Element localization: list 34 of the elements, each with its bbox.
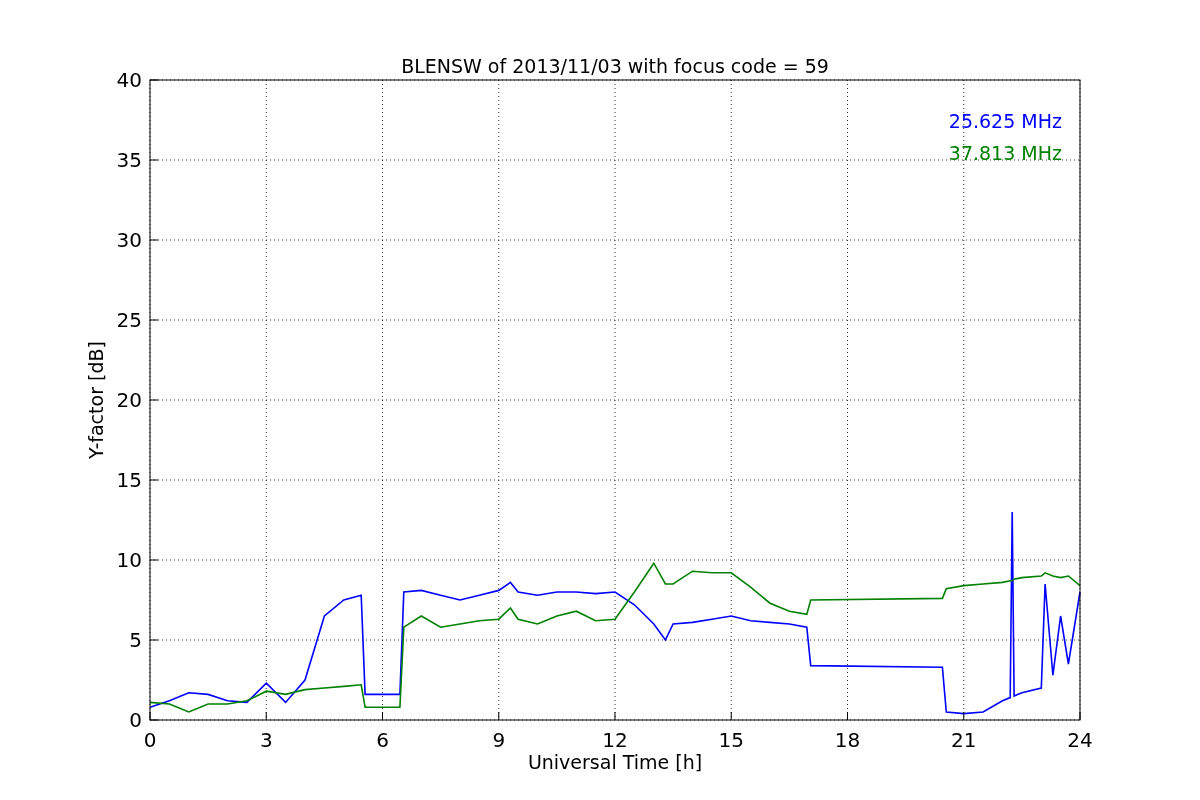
x-tick-label: 12 <box>602 728 628 752</box>
x-tick-mark <box>265 711 267 721</box>
x-tick-mark <box>498 711 500 721</box>
x-tick-label: 15 <box>718 728 744 752</box>
x-tick-label: 3 <box>259 728 273 752</box>
y-tick-mark <box>149 719 159 721</box>
x-tick-label: 24 <box>1067 728 1093 752</box>
x-axis-label: Universal Time [h] <box>527 751 703 773</box>
y-axis-label: Y-factor [dB] <box>85 341 107 459</box>
x-tick-mark <box>614 711 616 721</box>
x-tick-label: 18 <box>834 728 861 752</box>
y-tick-label: 5 <box>129 628 142 652</box>
x-tick-label: 6 <box>376 728 389 752</box>
x-tick-mark <box>847 711 848 721</box>
x-tick-mark <box>730 711 732 721</box>
chart-title: BLENSW of 2013/11/03 with focus code = 59 <box>401 55 829 77</box>
y-tick-label: 10 <box>116 548 142 572</box>
y-tick-label: 25 <box>116 308 142 332</box>
legend-label: 25.625 MHz <box>948 110 1062 132</box>
y-tick-label: 20 <box>116 388 142 412</box>
x-tick-mark <box>963 711 965 721</box>
y-tick-label: 15 <box>116 468 142 492</box>
legend-label: 37.813 MHz <box>948 142 1062 164</box>
x-tick-label: 9 <box>492 728 506 752</box>
y-tick-label: 0 <box>129 708 142 732</box>
x-tick-mark <box>382 711 383 721</box>
y-tick-label: 35 <box>116 148 142 172</box>
x-tick-label: 0 <box>143 728 157 752</box>
y-tick-label: 40 <box>116 68 142 92</box>
y-tick-mark <box>149 79 159 81</box>
x-tick-mark <box>1079 711 1081 721</box>
x-tick-label: 21 <box>951 728 977 752</box>
y-tick-label: 30 <box>116 228 142 252</box>
x-tick-mark <box>149 711 151 721</box>
